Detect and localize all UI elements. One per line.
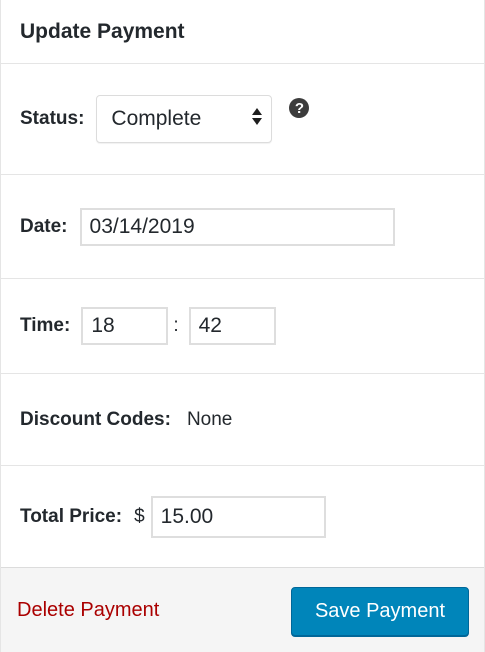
status-row: Status: Complete ? xyxy=(1,64,484,175)
hour-input[interactable]: 18 xyxy=(81,307,169,345)
time-separator: : xyxy=(173,315,179,336)
time-label: Time: xyxy=(20,315,71,336)
discount-label: Discount Codes: xyxy=(20,408,171,430)
total-price-input[interactable]: 15.00 xyxy=(150,495,326,538)
time-row: Time: 18 : 42 xyxy=(1,279,484,374)
discount-value: None xyxy=(186,408,233,430)
delete-payment-link[interactable]: Delete Payment xyxy=(17,599,159,622)
hour-value: 18 xyxy=(91,314,115,337)
total-price-value: 15.00 xyxy=(160,504,214,528)
status-select[interactable]: Complete xyxy=(96,95,273,143)
minute-input[interactable]: 42 xyxy=(188,307,276,345)
save-payment-button[interactable]: Save Payment xyxy=(291,587,469,636)
status-label: Status: xyxy=(20,108,85,129)
date-value: 03/14/2019 xyxy=(89,214,195,238)
update-payment-panel: Update Payment Status: Complete ? Date: … xyxy=(0,0,485,652)
date-input[interactable]: 03/14/2019 xyxy=(79,207,395,246)
minute-value: 42 xyxy=(198,314,222,337)
date-label: Date: xyxy=(20,215,68,237)
panel-title: Update Payment xyxy=(20,19,185,43)
currency-symbol: $ xyxy=(134,505,145,527)
total-price-label: Total Price: xyxy=(20,505,123,527)
status-selected-value: Complete xyxy=(111,107,202,130)
select-arrows-icon xyxy=(252,108,263,125)
total-price-row: Total Price: $ 15.00 xyxy=(1,466,484,567)
panel-header: Update Payment xyxy=(1,0,484,64)
question-circle-icon[interactable]: ? xyxy=(289,98,310,118)
discount-row: Discount Codes: None xyxy=(1,374,484,466)
date-row: Date: 03/14/2019 xyxy=(1,175,484,279)
